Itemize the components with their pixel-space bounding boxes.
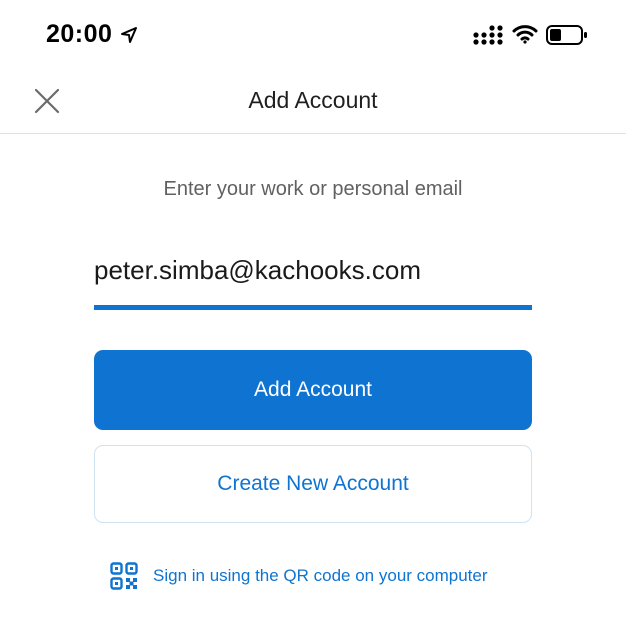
status-bar: 20:00 (0, 0, 626, 70)
wifi-icon (512, 25, 538, 44)
battery-icon (546, 25, 587, 45)
qr-sign-in-link[interactable]: Sign in using the QR code on your comput… (110, 560, 488, 592)
location-arrow-icon (121, 27, 137, 43)
create-new-account-button-label: Create New Account (217, 472, 409, 495)
email-prompt: Enter your work or personal email (163, 178, 463, 200)
add-account-button[interactable]: Add Account (94, 350, 532, 430)
status-time: 20:00 (46, 20, 113, 48)
create-new-account-button[interactable]: Create New Account (94, 445, 532, 523)
add-account-button-label: Add Account (254, 378, 372, 401)
email-field[interactable] (94, 250, 532, 310)
qr-sign-in-label: Sign in using the QR code on your comput… (153, 566, 488, 585)
qr-code-icon (110, 562, 138, 590)
nav-bar: Add Account (0, 70, 626, 134)
cellular-signal-icon (473, 25, 503, 45)
page-title: Add Account (248, 87, 378, 113)
